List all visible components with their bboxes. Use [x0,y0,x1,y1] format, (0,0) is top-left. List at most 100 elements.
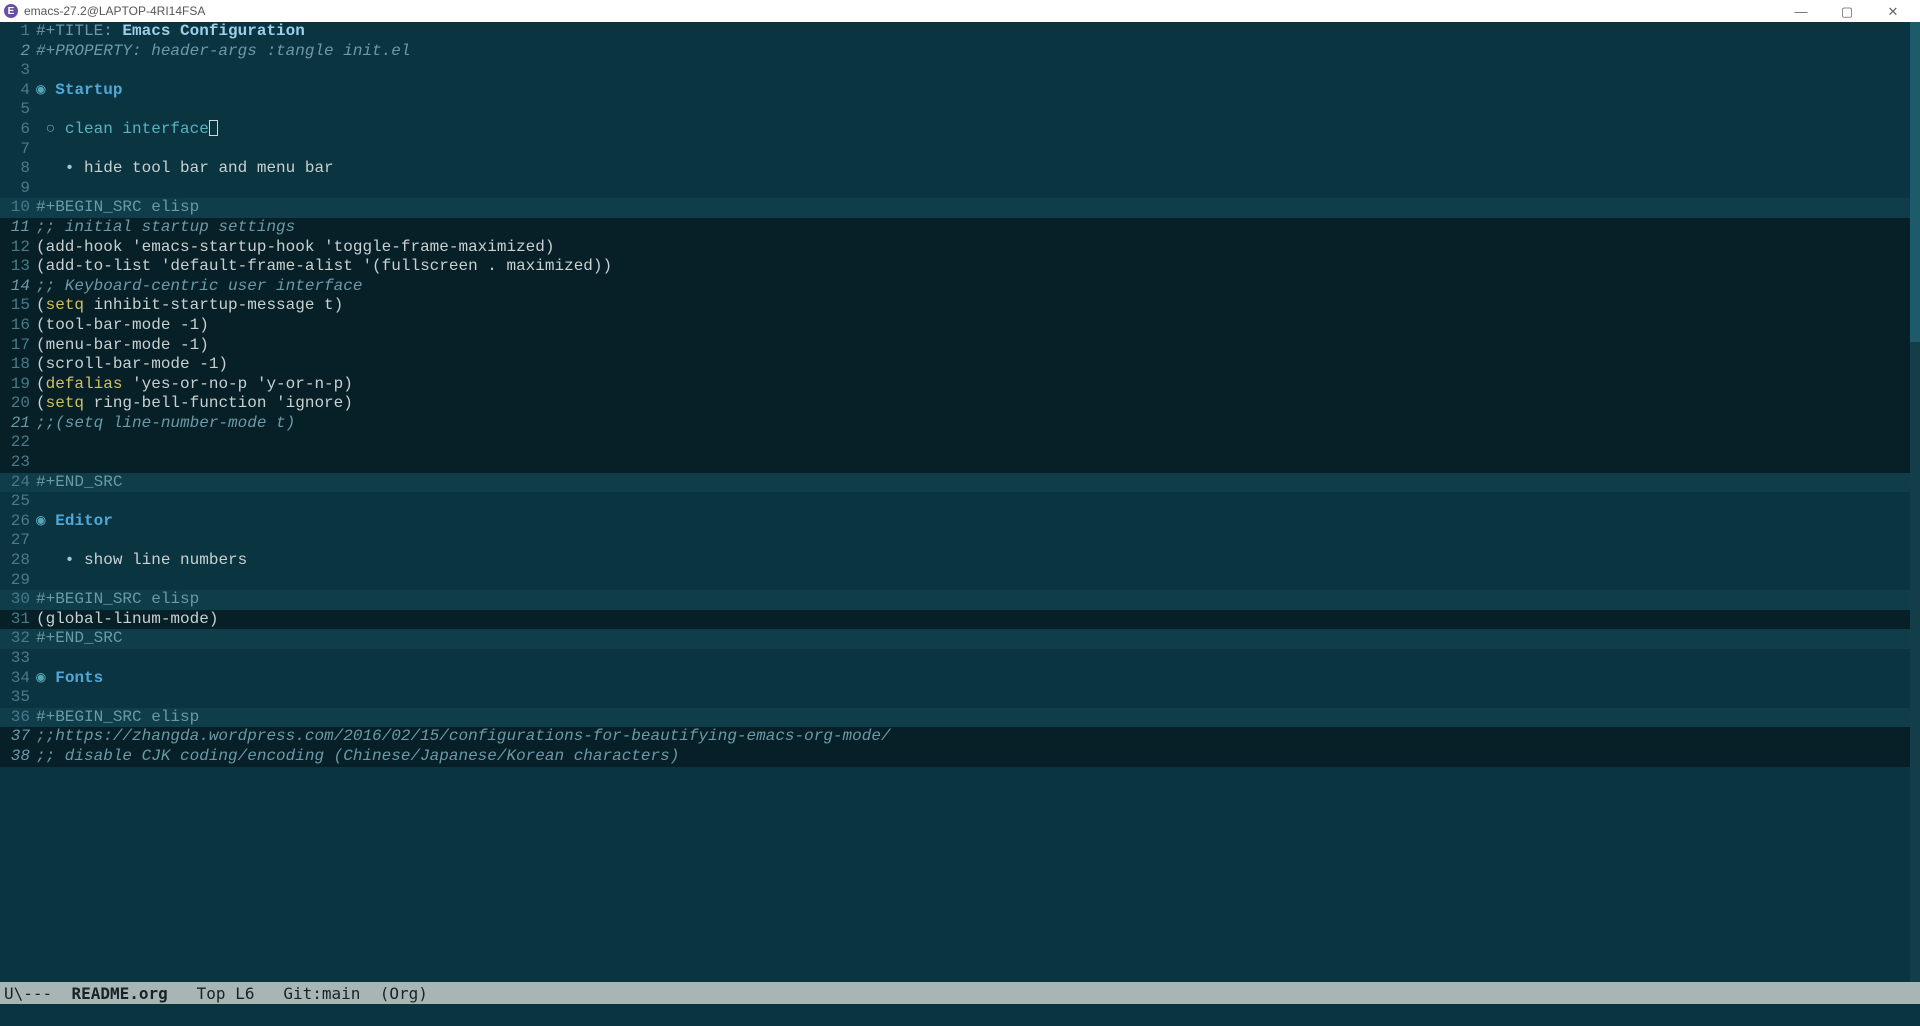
editor-line[interactable]: 20(setq ring-bell-function 'ignore) [0,394,1920,414]
editor-line[interactable]: 29 [0,571,1920,591]
line-content[interactable]: ;;(setq line-number-mode t) [34,414,1920,434]
editor-line[interactable]: 30#+BEGIN_SRC elisp [0,590,1920,610]
line-content[interactable]: ○ clean interface [34,120,1920,140]
editor-line[interactable]: 31(global-linum-mode) [0,610,1920,630]
editor-line[interactable]: 26◉ Editor [0,512,1920,532]
editor-line[interactable]: 15(setq inhibit-startup-message t) [0,296,1920,316]
editor-line[interactable]: 10#+BEGIN_SRC elisp [0,198,1920,218]
editor-line[interactable]: 4◉ Startup [0,81,1920,101]
line-content[interactable]: ◉ Editor [34,512,1920,532]
editor-line[interactable]: 32#+END_SRC [0,629,1920,649]
code-span: setq [46,296,84,314]
line-content[interactable]: ;; initial startup settings [34,218,1920,238]
maximize-icon: ▢ [1841,5,1853,18]
minibuffer[interactable] [0,1004,1920,1026]
line-content[interactable]: ◉ Startup [34,81,1920,101]
editor-line[interactable]: 28 • show line numbers [0,551,1920,571]
line-content[interactable] [34,61,1920,81]
minimize-button[interactable]: — [1778,0,1824,22]
line-content[interactable] [34,688,1920,708]
editor-line[interactable]: 19(defalias 'yes-or-no-p 'y-or-n-p) [0,375,1920,395]
code-span: ( [36,375,46,393]
editor-line[interactable]: 23 [0,453,1920,473]
editor-line[interactable]: 7 [0,140,1920,160]
line-content[interactable] [34,531,1920,551]
line-content[interactable]: #+PROPERTY: header-args :tangle init.el [34,42,1920,62]
line-content[interactable]: (add-to-list 'default-frame-alist '(full… [34,257,1920,277]
editor-line[interactable]: 25 [0,492,1920,512]
line-content[interactable]: (scroll-bar-mode -1) [34,355,1920,375]
editor-line[interactable]: 16(tool-bar-mode -1) [0,316,1920,336]
editor-area[interactable]: 1#+TITLE: Emacs Configuration2#+PROPERTY… [0,22,1920,982]
editor-line[interactable]: 18(scroll-bar-mode -1) [0,355,1920,375]
editor-line[interactable]: 9 [0,179,1920,199]
editor-line[interactable]: 38;; disable CJK coding/encoding (Chines… [0,747,1920,767]
editor-line[interactable]: 27 [0,531,1920,551]
scrollbar-thumb[interactable] [1910,22,1920,342]
text-cursor [209,120,218,136]
modeline-mode: (Org) [360,984,427,1003]
editor-line[interactable]: 24#+END_SRC [0,473,1920,493]
editor-line[interactable]: 3 [0,61,1920,81]
line-content[interactable]: ◉ Fonts [34,669,1920,689]
line-content[interactable]: #+BEGIN_SRC elisp [34,198,1920,218]
line-content[interactable]: (setq ring-bell-function 'ignore) [34,394,1920,414]
code-span: ( [36,394,46,412]
line-content[interactable] [34,100,1920,120]
line-content[interactable] [34,179,1920,199]
editor-line[interactable]: 36#+BEGIN_SRC elisp [0,708,1920,728]
line-content[interactable]: (defalias 'yes-or-no-p 'y-or-n-p) [34,375,1920,395]
editor-line[interactable]: 6 ○ clean interface [0,120,1920,140]
line-content[interactable]: (setq inhibit-startup-message t) [34,296,1920,316]
code-span: 'yes-or-no-p 'y-or-n-p) [122,375,352,393]
line-content[interactable]: #+BEGIN_SRC elisp [34,590,1920,610]
code-span: ○ [36,120,65,138]
window-title: emacs-27.2@LAPTOP-4RI14FSA [24,4,205,18]
editor-line[interactable]: 12(add-hook 'emacs-startup-hook 'toggle-… [0,238,1920,258]
editor-line[interactable]: 13(add-to-list 'default-frame-alist '(fu… [0,257,1920,277]
line-content[interactable] [34,453,1920,473]
line-number: 25 [0,492,34,512]
editor-line[interactable]: 22 [0,433,1920,453]
line-content[interactable] [34,649,1920,669]
line-content[interactable]: (menu-bar-mode -1) [34,336,1920,356]
editor-line[interactable]: 21;;(setq line-number-mode t) [0,414,1920,434]
editor-line[interactable]: 37;;https://zhangda.wordpress.com/2016/0… [0,727,1920,747]
line-content[interactable]: #+TITLE: Emacs Configuration [34,22,1920,42]
line-number: 16 [0,316,34,336]
editor-line[interactable]: 33 [0,649,1920,669]
line-content[interactable] [34,433,1920,453]
code-span: ◉ [36,669,55,687]
line-content[interactable]: ;; Keyboard-centric user interface [34,277,1920,297]
code-span: Editor [55,512,113,530]
line-content[interactable]: • show line numbers [34,551,1920,571]
editor-line[interactable]: 34◉ Fonts [0,669,1920,689]
scrollbar-track[interactable] [1910,22,1920,982]
editor-line[interactable]: 5 [0,100,1920,120]
maximize-button[interactable]: ▢ [1824,0,1870,22]
line-content[interactable]: • hide tool bar and menu bar [34,159,1920,179]
line-content[interactable]: (add-hook 'emacs-startup-hook 'toggle-fr… [34,238,1920,258]
line-content[interactable] [34,492,1920,512]
editor-line[interactable]: 8 • hide tool bar and menu bar [0,159,1920,179]
close-button[interactable]: ✕ [1870,0,1916,22]
line-content[interactable] [34,571,1920,591]
line-content[interactable]: ;;https://zhangda.wordpress.com/2016/02/… [34,727,1920,747]
line-number: 10 [0,198,34,218]
editor-line[interactable]: 17(menu-bar-mode -1) [0,336,1920,356]
editor-line[interactable]: 1#+TITLE: Emacs Configuration [0,22,1920,42]
line-content[interactable]: (global-linum-mode) [34,610,1920,630]
line-content[interactable]: (tool-bar-mode -1) [34,316,1920,336]
editor-line[interactable]: 35 [0,688,1920,708]
line-content[interactable] [34,140,1920,160]
line-content[interactable]: ;; disable CJK coding/encoding (Chinese/… [34,747,1920,767]
emacs-app-icon: E [4,4,18,18]
code-span: ;;(setq line-number-mode t) [36,414,295,432]
editor-line[interactable]: 14;; Keyboard-centric user interface [0,277,1920,297]
editor-line[interactable]: 11;; initial startup settings [0,218,1920,238]
editor-line[interactable]: 2#+PROPERTY: header-args :tangle init.el [0,42,1920,62]
line-content[interactable]: #+END_SRC [34,629,1920,649]
line-content[interactable]: #+BEGIN_SRC elisp [34,708,1920,728]
window-titlebar: E emacs-27.2@LAPTOP-4RI14FSA — ▢ ✕ [0,0,1920,22]
line-content[interactable]: #+END_SRC [34,473,1920,493]
